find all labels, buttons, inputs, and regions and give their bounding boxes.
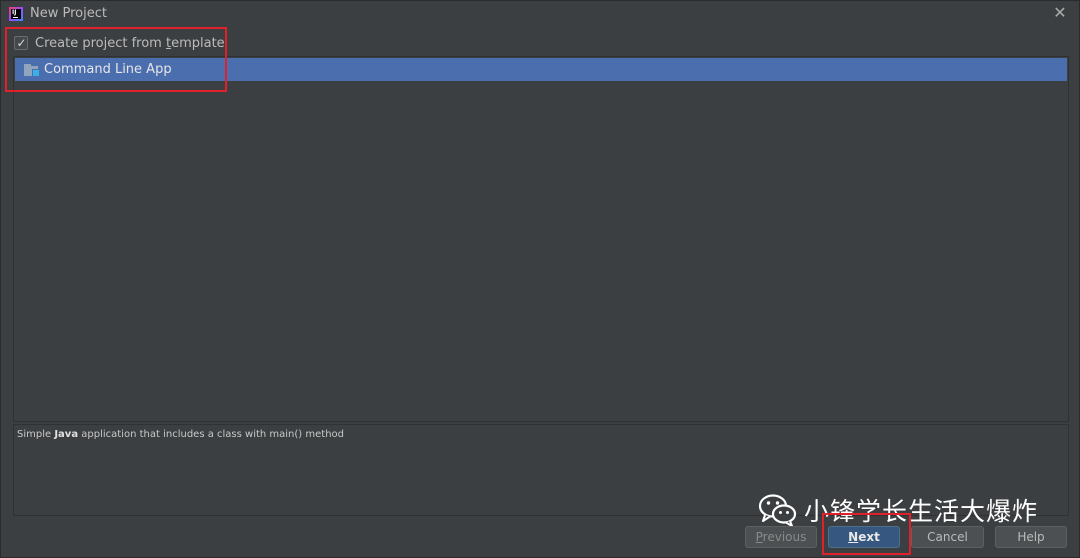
help-button[interactable]: Help xyxy=(995,526,1067,548)
cancel-button[interactable]: Cancel xyxy=(911,526,984,548)
intellij-app-icon: IJ xyxy=(9,7,23,21)
create-from-template-option[interactable]: ✓ Create project from template xyxy=(14,34,225,52)
title-bar: IJ New Project ✕ xyxy=(1,1,1079,28)
window-title: New Project xyxy=(30,6,107,21)
folder-java-icon xyxy=(24,63,40,77)
new-project-dialog: IJ New Project ✕ ✓ Create project from t… xyxy=(0,0,1080,558)
template-item-label: Command Line App xyxy=(44,62,172,77)
next-button[interactable]: Next xyxy=(828,526,900,548)
previous-button[interactable]: Previous xyxy=(745,526,817,548)
template-list: Command Line App xyxy=(13,56,1069,422)
close-icon[interactable]: ✕ xyxy=(1051,4,1069,22)
checkmark-icon: ✓ xyxy=(16,36,27,50)
template-item-command-line-app[interactable]: Command Line App xyxy=(15,58,1067,81)
create-from-template-checkbox[interactable]: ✓ xyxy=(14,36,28,50)
template-description: Simple Java application that includes a … xyxy=(17,429,344,440)
create-from-template-label[interactable]: Create project from template xyxy=(35,36,225,51)
template-description-panel: Simple Java application that includes a … xyxy=(13,424,1069,516)
